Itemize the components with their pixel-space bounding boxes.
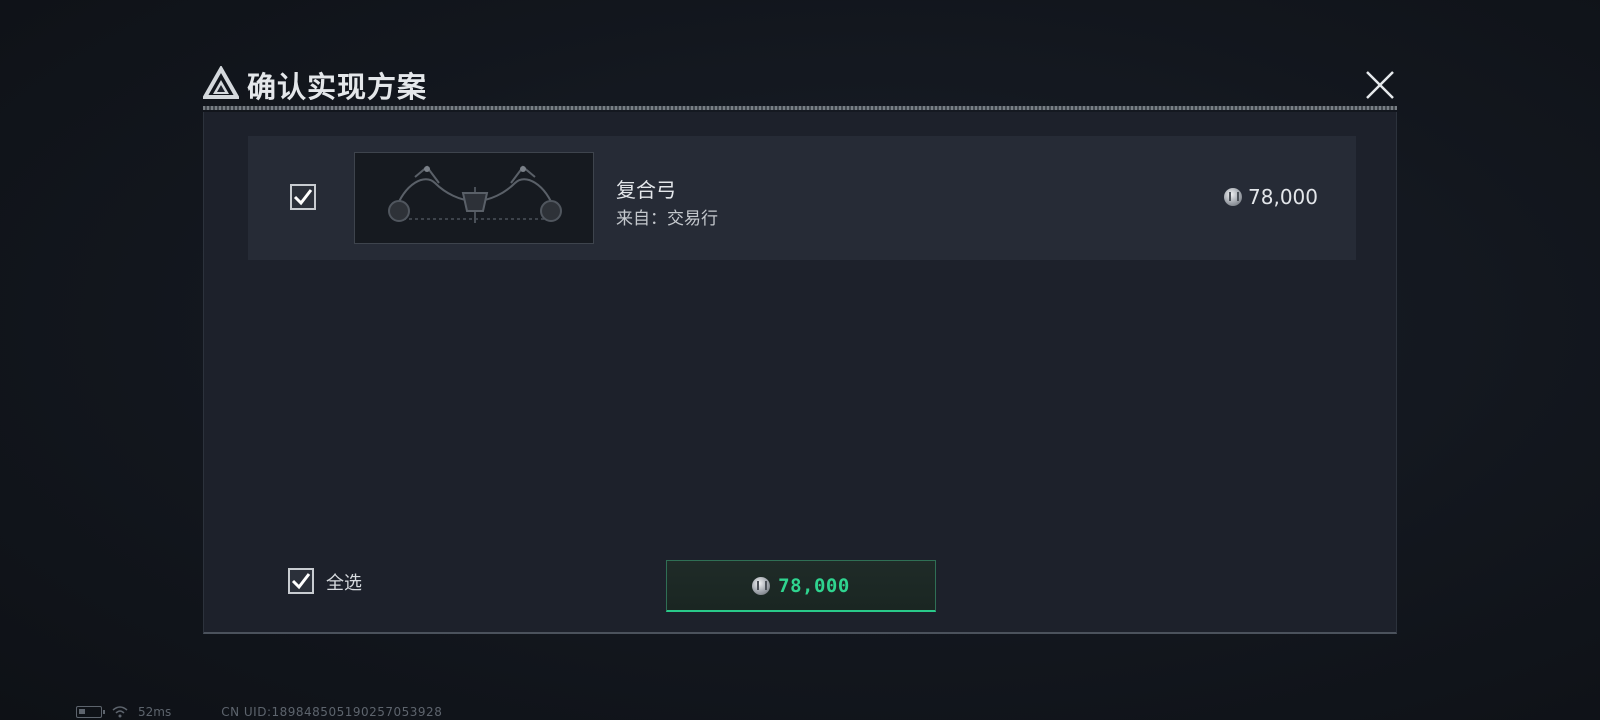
compound-bow-icon — [388, 165, 562, 223]
battery-icon — [76, 706, 105, 718]
close-icon[interactable] — [1363, 68, 1397, 102]
item-price-value: 78,000 — [1248, 185, 1318, 209]
dialog-title: 确认实现方案 — [247, 70, 428, 104]
total-amount: 78,000 — [778, 574, 850, 597]
header-divider — [203, 106, 1397, 110]
status-bar: 52ms CN UID:18984850519025705392​8 — [76, 704, 442, 720]
item-source: 来自：交易行 — [616, 209, 718, 229]
dialog-panel: 复合弓 来自：交易行 78,000 全选 78,000 — [203, 112, 1397, 634]
item-name: 复合弓 — [616, 178, 676, 202]
triangle-logo-icon — [203, 66, 239, 99]
item-thumbnail — [354, 152, 594, 244]
confirm-purchase-button[interactable]: 78,000 — [666, 560, 936, 612]
select-all-label[interactable]: 全选 — [326, 569, 362, 595]
item-price: 78,000 — [1224, 185, 1318, 209]
list-item[interactable]: 复合弓 来自：交易行 78,000 — [248, 136, 1356, 260]
coin-icon — [752, 576, 771, 595]
uid-text: CN UID:18984850519025705392​8 — [221, 705, 443, 719]
select-all-checkbox[interactable] — [288, 568, 314, 594]
coin-icon — [1224, 188, 1243, 206]
wifi-icon — [112, 706, 128, 718]
dialog-header: 确认实现方案 — [203, 62, 1397, 108]
check-icon — [293, 189, 313, 206]
item-checkbox[interactable] — [290, 184, 316, 210]
ping-text: 52ms — [138, 705, 172, 719]
check-icon — [291, 573, 311, 590]
